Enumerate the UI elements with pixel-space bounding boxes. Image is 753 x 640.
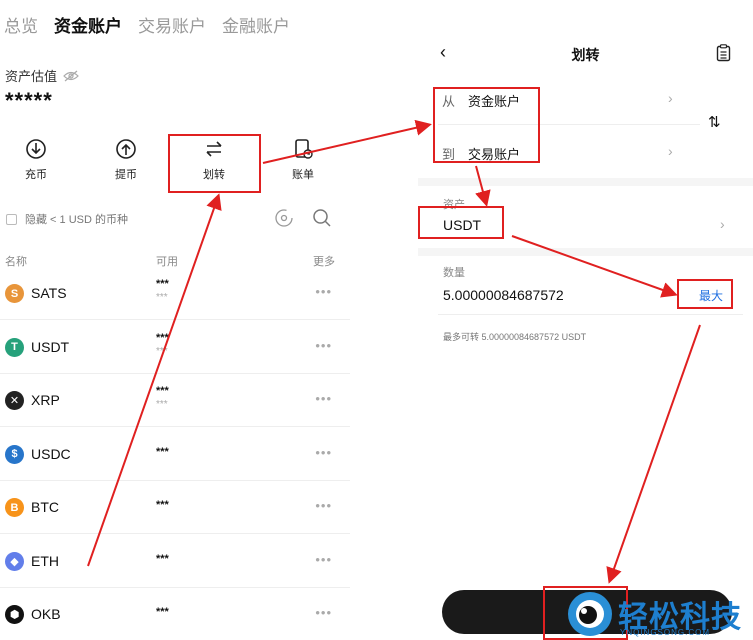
more-options-icon[interactable]: ••• bbox=[315, 338, 332, 353]
chevron-right-icon: › bbox=[668, 143, 673, 159]
coin-name: OKB bbox=[31, 606, 61, 622]
section-separator bbox=[418, 248, 753, 256]
coin-name: BTC bbox=[31, 499, 59, 515]
coin-row-usdc[interactable]: $ USDC *** ••• bbox=[0, 428, 350, 481]
max-transferable-text: 最多可转 5.00000084687572 USDT bbox=[443, 332, 587, 342]
asset-value: ***** bbox=[5, 88, 53, 113]
watermark-logo-icon bbox=[576, 600, 604, 628]
deposit-label: 充币 bbox=[25, 169, 47, 181]
coin-name: SATS bbox=[31, 285, 67, 301]
coin-row-btc[interactable]: B BTC *** ••• bbox=[0, 481, 350, 534]
coin-name: XRP bbox=[31, 392, 60, 408]
filter-icons bbox=[274, 208, 332, 228]
usdt-coin-icon: T bbox=[5, 337, 24, 357]
tab-finance-account[interactable]: 金融账户 bbox=[222, 12, 290, 37]
bill-icon bbox=[295, 139, 313, 159]
okb-coin-icon: ⬢ bbox=[5, 605, 24, 624]
tab-overview[interactable]: 总览 bbox=[4, 12, 38, 37]
hide-small-checkbox[interactable] bbox=[6, 213, 17, 225]
more-options-icon[interactable]: ••• bbox=[315, 445, 332, 460]
asset-valuation-label: 资产估值 bbox=[5, 66, 79, 85]
eth-coin-icon: ◆ bbox=[5, 551, 24, 571]
coin-row-okb[interactable]: ⬢ OKB *** ••• bbox=[0, 588, 350, 640]
coin-value-masked: *** bbox=[156, 292, 168, 303]
deposit-button[interactable]: 充币 bbox=[6, 138, 66, 182]
coin-row-xrp[interactable]: ✕ XRP *** *** ••• bbox=[0, 374, 350, 427]
site-watermark: 轻松科技 YNQINGSONG.COM bbox=[568, 592, 753, 640]
btc-coin-icon: B bbox=[5, 498, 24, 517]
coin-value-masked: *** bbox=[156, 399, 168, 410]
upload-icon bbox=[116, 139, 136, 159]
divider bbox=[438, 314, 743, 315]
eye-hidden-icon[interactable] bbox=[63, 70, 79, 82]
asset-valuation-text: 资产估值 bbox=[5, 69, 58, 84]
coin-name: USDT bbox=[31, 338, 70, 355]
coin-name: USDC bbox=[31, 445, 71, 462]
fund-account-screen: 总览 资金账户 交易账户 金融账户 资产估值 ***** 充币 提币 划转 账单… bbox=[0, 0, 352, 640]
hide-small-label: 隐藏 < 1 USD 的币种 bbox=[25, 214, 128, 226]
hide-small-balance-filter: 隐藏 < 1 USD 的币种 bbox=[6, 208, 346, 230]
withdraw-button[interactable]: 提币 bbox=[96, 138, 156, 182]
download-icon bbox=[26, 139, 46, 159]
coin-row-usdt[interactable]: T USDT *** *** ••• bbox=[0, 321, 350, 374]
highlight-asset bbox=[418, 206, 504, 239]
usdc-coin-icon: $ bbox=[5, 444, 24, 464]
bill-button[interactable]: 账单 bbox=[273, 138, 333, 182]
search-icon[interactable] bbox=[312, 208, 332, 228]
xrp-coin-icon: ✕ bbox=[5, 391, 24, 410]
coin-available-masked: *** bbox=[156, 385, 169, 397]
coin-row-sats[interactable]: S SATS *** *** ••• bbox=[0, 267, 350, 320]
coin-available-masked: *** bbox=[156, 278, 169, 290]
quantity-input[interactable]: 5.00000084687572 bbox=[443, 287, 564, 303]
coin-available-masked: *** bbox=[156, 552, 169, 565]
record-icon[interactable] bbox=[716, 44, 731, 62]
more-options-icon[interactable]: ••• bbox=[315, 498, 332, 513]
bill-label: 账单 bbox=[292, 169, 314, 181]
more-options-icon[interactable]: ••• bbox=[315, 552, 332, 567]
withdraw-label: 提币 bbox=[115, 169, 137, 181]
more-options-icon[interactable]: ••• bbox=[315, 391, 332, 406]
coin-value-masked: *** bbox=[156, 345, 168, 357]
tab-funding-account[interactable]: 资金账户 bbox=[54, 12, 122, 37]
highlight-max-button bbox=[677, 279, 733, 309]
coin-available-masked: *** bbox=[156, 606, 169, 618]
coin-available-masked: *** bbox=[156, 499, 169, 511]
coin-available-masked: *** bbox=[156, 331, 169, 344]
chevron-right-icon: › bbox=[720, 216, 725, 232]
highlight-transfer-button bbox=[168, 134, 261, 193]
coin-available-masked: *** bbox=[156, 445, 169, 458]
watermark-logo bbox=[568, 592, 612, 636]
tab-trading-account[interactable]: 交易账户 bbox=[138, 12, 206, 37]
coin-row-eth[interactable]: ◆ ETH *** ••• bbox=[0, 535, 350, 588]
page-title: 划转 bbox=[571, 47, 600, 63]
highlight-account-selection bbox=[433, 87, 540, 163]
account-tabs: 总览 资金账户 交易账户 金融账户 bbox=[4, 12, 290, 37]
watermark-url: YNQINGSONG.COM bbox=[620, 628, 711, 637]
refresh-icon[interactable] bbox=[274, 208, 294, 228]
more-options-icon[interactable]: ••• bbox=[315, 605, 332, 620]
chevron-right-icon: › bbox=[668, 90, 673, 106]
quantity-label: 数量 bbox=[443, 267, 465, 279]
coin-name: ETH bbox=[31, 552, 59, 569]
swap-icon[interactable]: ⇅ bbox=[708, 113, 721, 131]
section-separator bbox=[418, 178, 753, 186]
sats-coin-icon: S bbox=[5, 284, 24, 303]
more-options-icon[interactable]: ••• bbox=[315, 284, 332, 299]
